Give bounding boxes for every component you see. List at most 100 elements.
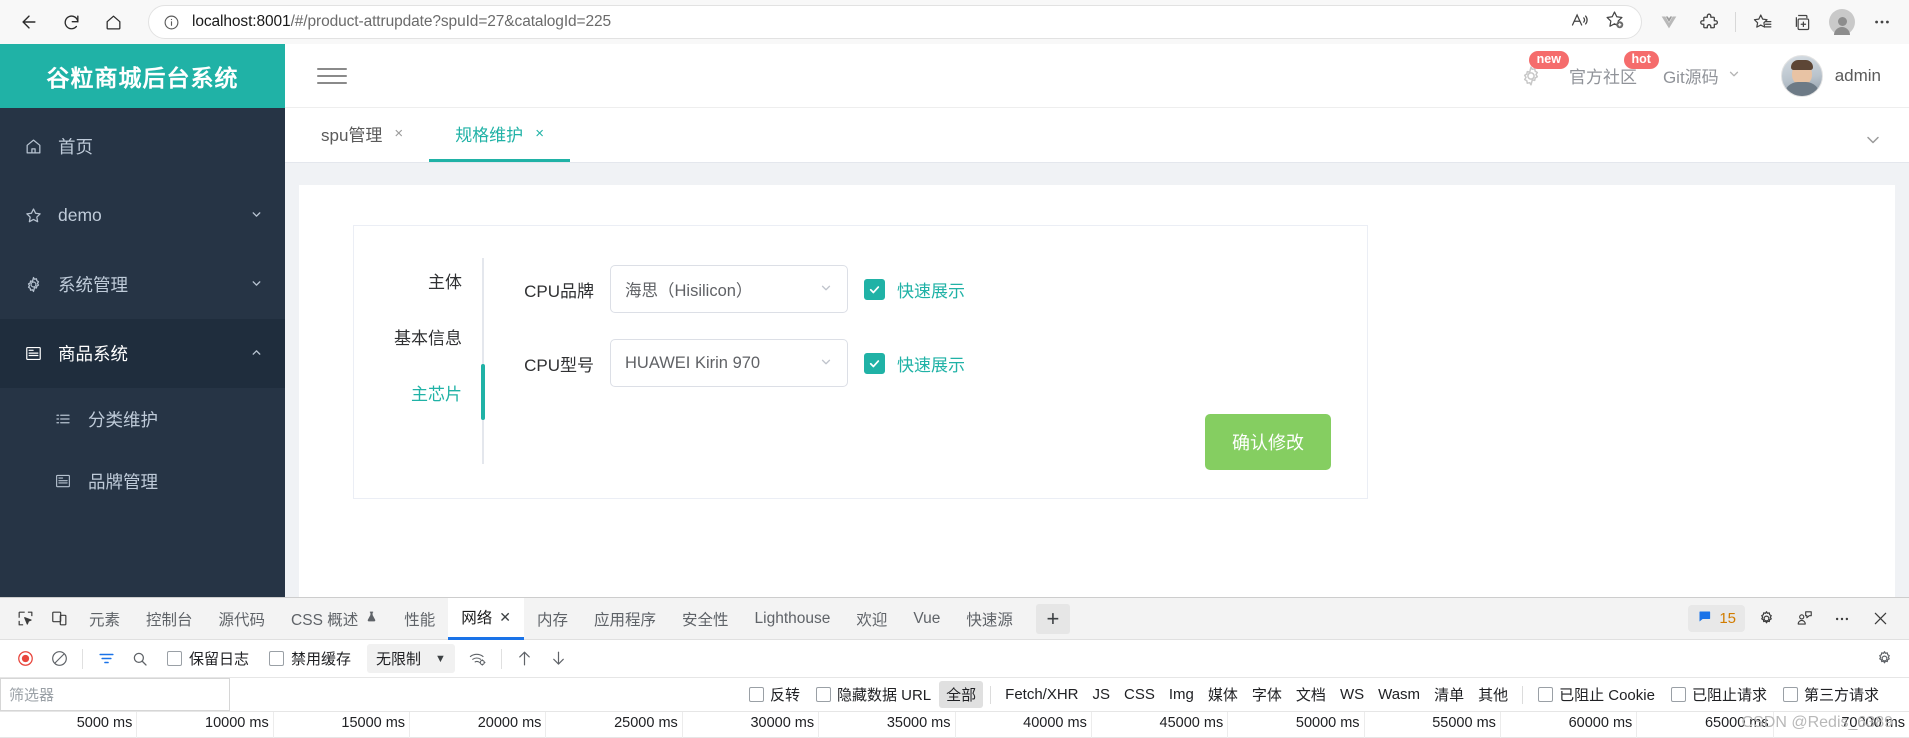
tab-spec-maintenance[interactable]: 规格维护 × [429,108,570,162]
timeline-tick: 15000 ms [341,712,411,738]
network-timeline[interactable]: 5000 ms 10000 ms 15000 ms 20000 ms 25000 ms 3… [0,712,1909,738]
browser-toolbar: localhost:8001/#/product-attrupdate?spuI… [0,0,1909,44]
clear-icon[interactable] [42,644,76,674]
devtools-tab-strip: 元素 控制台 源代码 CSS 概述 性能 网络 ✕ 内存 应用程序 安全性 Li… [0,597,1909,640]
filter-type-ws[interactable]: WS [1333,683,1371,706]
devtools-tab-memory[interactable]: 内存 [524,598,581,640]
vue-devtools-icon[interactable] [1652,5,1686,39]
menu-toggle-icon[interactable] [317,67,347,84]
device-toolbar-icon[interactable] [42,603,76,635]
timeline-tick-label: 35000 ms [886,715,951,731]
tab-spu-management[interactable]: spu管理 × [295,108,429,162]
quick-show-checkbox-cpu-brand[interactable]: 快速展示 [864,277,965,302]
filter-type-media[interactable]: 媒体 [1201,681,1245,708]
devtools-more-icon[interactable] [1825,603,1859,635]
timeline-tick: 50000 ms [1296,712,1365,738]
cpu-model-select[interactable]: HUAWEI Kirin 970 [610,339,848,387]
checkbox-box [269,651,285,666]
third-party-requests-checkbox[interactable]: 第三方请求 [1775,684,1887,705]
quick-show-checkbox-cpu-model[interactable]: 快速展示 [864,351,965,376]
profile-icon[interactable] [1825,5,1859,39]
home-button[interactable] [94,5,132,39]
vtab-subject[interactable]: 主体 [354,252,484,308]
filter-type-other[interactable]: 其他 [1471,681,1515,708]
hide-data-urls-checkbox[interactable]: 隐藏数据 URL [808,684,939,705]
vtab-basic-info[interactable]: 基本信息 [354,308,484,364]
issues-badge[interactable]: 15 [1688,605,1745,632]
add-favorite-icon[interactable] [1604,9,1625,35]
devtools-close-icon[interactable] [1863,603,1897,635]
vtab-main-chip[interactable]: 主芯片 [354,364,484,420]
sidebar-item-brand-management[interactable]: 品牌管理 [0,450,285,512]
filter-type-img[interactable]: Img [1162,683,1201,706]
devtools-tab-application[interactable]: 应用程序 [581,598,669,640]
devtools-tab-welcome[interactable]: 欢迎 [843,598,900,640]
collections-icon[interactable] [1745,5,1779,39]
git-source-dropdown[interactable]: Git源码 [1663,63,1741,88]
devtools-tab-network[interactable]: 网络 ✕ [448,597,524,640]
sidebar-item-demo[interactable]: demo [0,181,285,250]
read-aloud-icon[interactable] [1570,10,1590,35]
feedback-icon[interactable] [1787,603,1821,635]
network-conditions-icon[interactable] [461,644,495,674]
sidebar-item-product-system[interactable]: 商品系统 [0,319,285,388]
user-menu[interactable]: admin [1780,54,1881,97]
inspect-element-icon[interactable] [8,603,42,635]
devtools-tab-elements[interactable]: 元素 [76,598,133,640]
confirm-modify-button[interactable]: 确认修改 [1205,414,1331,470]
close-icon[interactable]: ✕ [499,609,511,626]
add-tab-icon[interactable] [1785,5,1819,39]
filter-type-js[interactable]: JS [1086,683,1118,706]
sidebar-item-label: 首页 [58,137,93,157]
sidebar-item-system-management[interactable]: 系统管理 [0,250,285,319]
filter-type-font[interactable]: 字体 [1245,681,1289,708]
filter-type-doc[interactable]: 文档 [1289,681,1333,708]
url-host: localhost:8001 [192,13,291,30]
reload-button[interactable] [52,5,90,39]
timeline-tick: 30000 ms [750,712,820,738]
preserve-log-checkbox[interactable]: 保留日志 [157,648,259,669]
sidebar-item-category-maintenance[interactable]: 分类维护 [0,388,285,450]
add-panel-button[interactable]: + [1035,603,1070,634]
devtools-tab-lighthouse[interactable]: Lighthouse [742,598,844,640]
blocked-requests-checkbox[interactable]: 已阻止请求 [1663,684,1775,705]
devtools-tab-security[interactable]: 安全性 [669,598,742,640]
more-options-icon[interactable] [1865,5,1899,39]
blocked-cookies-checkbox[interactable]: 已阻止 Cookie [1530,684,1663,705]
close-icon[interactable]: × [535,125,544,142]
community-link[interactable]: 官方社区 hot [1569,51,1659,88]
extensions-icon[interactable] [1692,5,1726,39]
filter-type-fetch-xhr[interactable]: Fetch/XHR [998,683,1085,706]
omnibox-actions [1570,9,1635,35]
cpu-brand-select[interactable]: 海思（Hisilicon） [610,265,848,313]
filter-type-all[interactable]: 全部 [939,681,984,708]
filter-icon[interactable] [89,644,123,674]
import-har-icon[interactable] [508,644,542,674]
filter-type-wasm[interactable]: Wasm [1371,683,1427,706]
devtools-tab-quick-source[interactable]: 快速源 [953,598,1026,640]
search-icon[interactable] [123,644,157,674]
settings-gear-button[interactable]: new [1519,50,1569,88]
back-button[interactable] [10,5,48,39]
devtools-tab-sources[interactable]: 源代码 [206,598,279,640]
network-settings-icon[interactable] [1867,644,1901,674]
site-info-icon[interactable] [163,14,180,31]
close-icon[interactable]: × [394,125,403,142]
address-bar[interactable]: localhost:8001/#/product-attrupdate?spuI… [148,5,1642,39]
devtools-tab-vue[interactable]: Vue [900,598,953,640]
application: 谷粒商城后台系统 new 官方社区 hot Git源码 admin 首页 dem… [0,44,1909,597]
devtools-tab-performance[interactable]: 性能 [391,598,448,640]
disable-cache-checkbox[interactable]: 禁用缓存 [259,648,361,669]
record-stop-icon[interactable] [8,644,42,674]
sidebar-item-home[interactable]: 首页 [0,112,285,181]
devtools-settings-icon[interactable] [1749,603,1783,635]
devtools-tab-css-overview[interactable]: CSS 概述 [278,598,391,640]
filter-input[interactable]: 筛选器 [0,678,230,711]
filter-type-manifest[interactable]: 清单 [1427,681,1471,708]
invert-checkbox[interactable]: 反转 [741,684,808,705]
export-har-icon[interactable] [542,644,576,674]
devtools-tab-console[interactable]: 控制台 [133,598,206,640]
throttling-dropdown[interactable]: 无限制 ▼ [367,644,455,673]
filter-type-css[interactable]: CSS [1117,683,1162,706]
tab-options-button[interactable] [1863,130,1909,162]
